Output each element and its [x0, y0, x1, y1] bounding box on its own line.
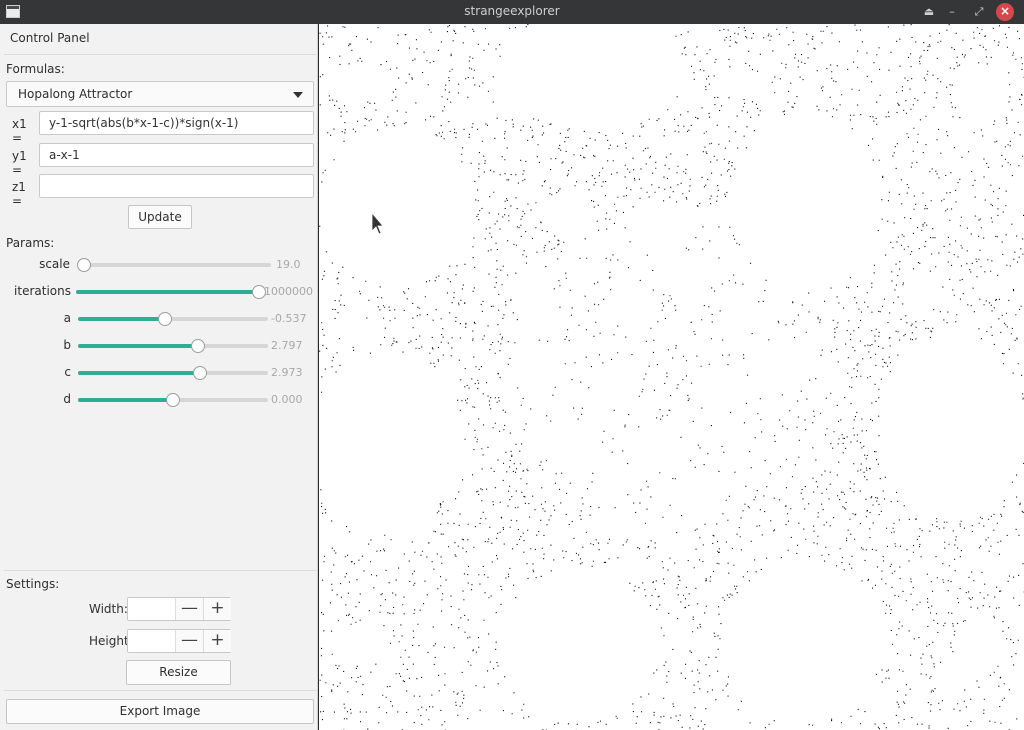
formula-select-value: Hopalong Attractor — [18, 87, 133, 101]
eject-icon[interactable]: ⏏ — [920, 3, 938, 21]
update-button[interactable]: Update — [128, 205, 192, 229]
resize-button[interactable]: Resize — [126, 660, 231, 685]
mouse-cursor-icon — [371, 211, 384, 235]
width-increment-button[interactable]: + — [203, 598, 231, 620]
width-label: Width: — [89, 602, 128, 616]
param-label-scale: scale — [39, 257, 70, 271]
attractor-canvas[interactable] — [319, 24, 1024, 730]
title-bar: strangeexplorer ⏏ – ⤢ × — [0, 0, 1024, 24]
z1-label: z1 = — [12, 180, 26, 208]
height-spinbox[interactable]: — + — [127, 629, 231, 653]
chevron-down-icon — [293, 92, 303, 98]
params-label: Params: — [6, 236, 55, 250]
y1-label: y1 = — [12, 149, 27, 177]
minimize-icon[interactable]: – — [943, 3, 961, 21]
export-image-button[interactable]: Export Image — [6, 699, 314, 724]
divider — [4, 54, 316, 55]
x1-field[interactable]: y-1-sqrt(abs(b*x-1-c))*sign(x-1) — [39, 111, 314, 135]
height-decrement-button[interactable]: — — [175, 630, 203, 652]
param-value-c: 2.973 — [271, 366, 303, 379]
height-input[interactable] — [128, 630, 175, 652]
param-value-a: -0.537 — [271, 312, 307, 325]
param-label-d: d — [63, 392, 71, 406]
param-slider-handle[interactable] — [77, 258, 91, 272]
param-slider-handle[interactable] — [192, 366, 207, 380]
control-panel: Control Panel Formulas: Hopalong Attract… — [0, 24, 318, 730]
close-icon[interactable]: × — [996, 3, 1014, 21]
param-slider-fill — [78, 317, 166, 321]
panel-title: Control Panel — [10, 31, 90, 45]
param-label-c: c — [64, 365, 71, 379]
param-label-b: b — [63, 338, 71, 352]
param-slider-handle[interactable] — [166, 393, 180, 407]
divider — [4, 690, 316, 691]
param-label-iterations: iterations — [14, 284, 71, 298]
attractor-render — [319, 24, 1024, 730]
param-slider-fill — [76, 290, 259, 294]
restore-icon[interactable]: ⤢ — [970, 3, 988, 21]
param-value-scale: 19.0 — [276, 258, 301, 271]
param-value-b: 2.797 — [271, 339, 303, 352]
height-increment-button[interactable]: + — [203, 630, 231, 652]
attractor-points — [319, 24, 1024, 730]
param-value-iterations: 1000000 — [264, 285, 313, 298]
width-decrement-button[interactable]: — — [175, 598, 203, 620]
param-value-d: 0.000 — [271, 393, 303, 406]
height-label: Height — [89, 634, 129, 648]
window-title: strangeexplorer — [464, 4, 560, 18]
param-slider-fill — [78, 398, 173, 402]
param-slider-handle[interactable] — [190, 339, 205, 353]
formulas-label: Formulas: — [6, 62, 65, 76]
z1-field[interactable] — [39, 174, 314, 198]
param-slider-fill — [78, 344, 198, 348]
width-input[interactable] — [128, 598, 175, 620]
param-slider-scale[interactable] — [84, 263, 271, 267]
formula-select[interactable]: Hopalong Attractor — [6, 81, 314, 107]
y1-field[interactable]: a-x-1 — [39, 143, 314, 167]
settings-label: Settings: — [6, 577, 60, 591]
x1-label: x1 = — [12, 117, 27, 145]
param-slider-fill — [78, 371, 200, 375]
param-label-a: a — [63, 311, 71, 325]
divider — [4, 570, 316, 571]
width-spinbox[interactable]: — + — [127, 597, 231, 621]
param-slider-handle[interactable] — [158, 312, 173, 326]
